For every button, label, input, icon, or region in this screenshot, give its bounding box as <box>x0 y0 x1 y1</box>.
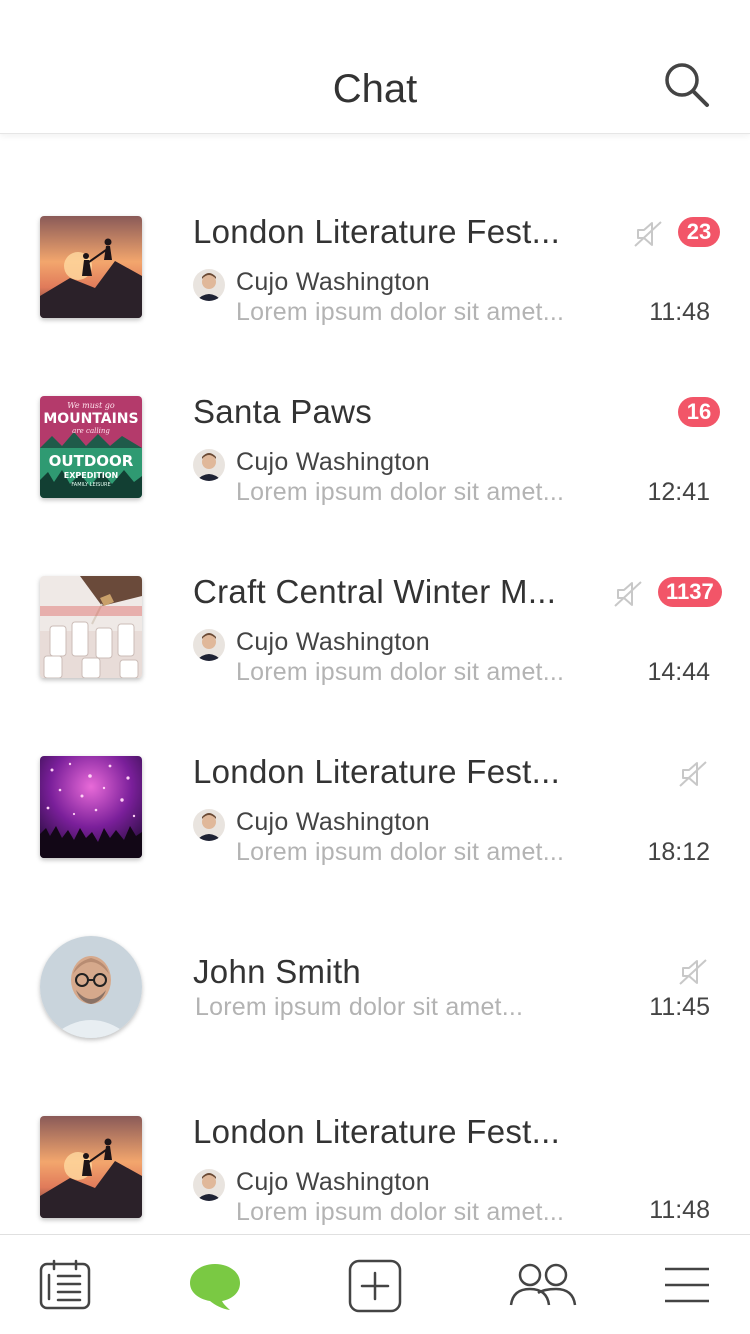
tab-add[interactable] <box>348 1259 402 1313</box>
message-preview: Lorem ipsum dolor sit amet... <box>195 993 524 1021</box>
chat-title: Santa Paws <box>193 393 373 430</box>
sender-avatar <box>193 449 225 481</box>
chat-thumbnail-concert <box>40 756 142 858</box>
poster-text: are calling <box>72 427 110 435</box>
poster-text: OUTDOOR <box>49 452 134 470</box>
poster-text: MOUNTAINS <box>43 411 138 427</box>
message-preview: Lorem ipsum dolor sit amet... <box>236 478 565 506</box>
message-preview: Lorem ipsum dolor sit amet... <box>236 838 565 866</box>
sender-name: Cujo Washington <box>236 628 430 656</box>
sender-avatar <box>193 269 225 301</box>
poster-text: EXPEDITION <box>64 471 119 480</box>
sender-name: Cujo Washington <box>236 1168 430 1196</box>
hamburger-menu-icon <box>665 1267 709 1303</box>
search-icon <box>665 63 709 107</box>
message-preview: Lorem ipsum dolor sit amet... <box>236 1198 565 1226</box>
unread-badge: 16 <box>678 397 720 427</box>
mute-icon <box>632 218 664 250</box>
chat-row-london-1[interactable]: London Literature Fest... 23 Cujo Washin… <box>0 180 750 360</box>
chat-row-santa-paws[interactable]: We must go MOUNTAINS are calling OUTDOOR… <box>0 360 750 540</box>
message-time: 12:41 <box>647 478 710 506</box>
sender-avatar <box>193 809 225 841</box>
notebook-icon <box>39 1259 91 1310</box>
tab-notes[interactable] <box>38 1259 92 1313</box>
poster-text: We must go <box>67 401 115 410</box>
chat-row-london-2[interactable]: London Literature Fest... Cujo Washingto… <box>0 720 750 900</box>
message-time: 18:12 <box>647 838 710 866</box>
sender-name: Cujo Washington <box>236 448 430 476</box>
search-button[interactable] <box>662 60 712 110</box>
tab-chat[interactable] <box>188 1259 242 1313</box>
poster-text: FAMILY LEISURE <box>71 482 110 488</box>
chat-thumbnail-champagne <box>40 576 142 678</box>
message-preview: Lorem ipsum dolor sit amet... <box>236 658 565 686</box>
tab-contacts[interactable] <box>508 1259 578 1313</box>
people-icon <box>509 1263 577 1306</box>
sender-avatar <box>193 1169 225 1201</box>
tab-menu[interactable] <box>662 1259 712 1313</box>
chat-thumbnail-mountains-poster: We must go MOUNTAINS are calling OUTDOOR… <box>40 396 142 498</box>
chat-bubble-icon <box>190 1264 240 1310</box>
chat-row-john-smith[interactable]: John Smith Lorem ipsum dolor sit amet...… <box>0 900 750 1080</box>
chat-title: John Smith <box>193 953 362 990</box>
bottom-tab-bar <box>0 1234 750 1334</box>
chat-thumbnail-hikers <box>40 216 142 318</box>
app-header: Chat <box>0 0 750 134</box>
sender-name: Cujo Washington <box>236 808 430 836</box>
sender-avatar <box>193 629 225 661</box>
mute-icon <box>677 758 709 790</box>
chat-list[interactable]: London Literature Fest... 23 Cujo Washin… <box>0 135 750 1234</box>
chat-avatar-john-smith <box>40 936 142 1038</box>
chat-row-craft-central[interactable]: Craft Central Winter M... 1137 Cujo Wash… <box>0 540 750 720</box>
chat-row-london-3[interactable]: London Literature Fest... Cujo Washingto… <box>0 1080 750 1234</box>
message-time: 14:44 <box>647 658 710 686</box>
message-time: 11:45 <box>649 993 710 1021</box>
chat-thumbnail-hikers <box>40 1116 142 1218</box>
unread-badge: 1137 <box>658 577 722 607</box>
message-time: 11:48 <box>649 1196 710 1224</box>
mute-icon <box>612 578 644 610</box>
unread-badge: 23 <box>678 217 720 247</box>
page-title: Chat <box>332 67 418 111</box>
chat-title: London Literature Fest... <box>193 1113 561 1150</box>
chat-title: London Literature Fest... <box>193 213 561 250</box>
chat-title: London Literature Fest... <box>193 753 561 790</box>
message-preview: Lorem ipsum dolor sit amet... <box>236 298 565 326</box>
mute-icon <box>677 956 709 988</box>
chat-title: Craft Central Winter M... <box>193 573 557 610</box>
sender-name: Cujo Washington <box>236 268 430 296</box>
message-time: 11:48 <box>649 298 710 326</box>
plus-square-icon <box>348 1259 402 1313</box>
